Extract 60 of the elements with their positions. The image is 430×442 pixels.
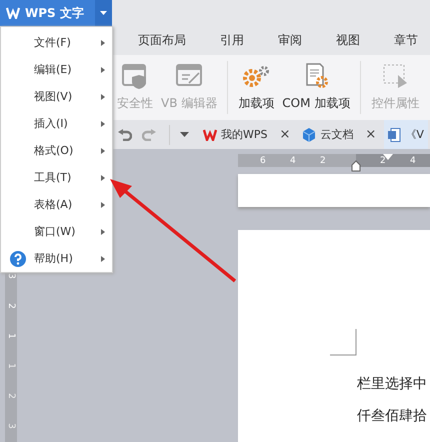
ribbon-tab[interactable]: 视图 xyxy=(336,32,360,49)
ribbon-tab[interactable]: 引用 xyxy=(220,32,244,49)
margin-corner-mark xyxy=(330,329,357,356)
indent-marker-icon[interactable] xyxy=(351,158,361,172)
menu-item[interactable]: 编辑(E) xyxy=(1,56,112,83)
menu-item[interactable]: 工具(T) xyxy=(1,164,112,191)
submenu-arrow-icon xyxy=(101,256,105,262)
help-icon xyxy=(10,250,26,266)
submenu-arrow-icon xyxy=(101,202,105,208)
cube-icon xyxy=(302,128,316,142)
menu-item[interactable]: 表格(A) xyxy=(1,191,112,218)
ruler-number: 2 xyxy=(6,303,16,309)
caret-icon xyxy=(100,11,107,15)
submenu-arrow-icon xyxy=(101,174,105,180)
ribbon-tab[interactable]: 章节 xyxy=(394,32,418,49)
menu-item[interactable]: 视图(V) xyxy=(1,83,112,110)
document-tab[interactable]: 我的WPS × xyxy=(199,120,294,149)
menu-item[interactable]: 格式(O) xyxy=(1,137,112,164)
menu-item[interactable]: 帮助(H) xyxy=(1,245,112,272)
document-text: 栏里选择中 xyxy=(357,375,428,393)
ruler-number: 1 xyxy=(6,363,16,369)
ruler-number: 2 xyxy=(380,156,386,166)
app-menu-button[interactable]: WPS 文字 xyxy=(0,0,95,26)
w-logo-icon xyxy=(203,128,217,140)
document-tab[interactable]: 云文档 × xyxy=(298,120,380,149)
close-icon[interactable]: × xyxy=(280,127,290,142)
ribbon-button[interactable]: 加载项 xyxy=(234,55,278,120)
ruler-number: 2 xyxy=(6,393,16,399)
menu-item[interactable]: 插入(I) xyxy=(1,110,112,137)
submenu-arrow-icon xyxy=(101,40,105,46)
close-icon[interactable]: × xyxy=(365,127,376,142)
menu-item[interactable]: 窗口(W) xyxy=(1,218,112,245)
dropdown-button[interactable] xyxy=(95,0,112,26)
document-icon xyxy=(388,128,402,142)
ruler-number: 3 xyxy=(6,423,16,429)
ruler-number: 3 xyxy=(6,273,16,279)
ruler-number: 1 xyxy=(6,333,16,339)
menu-item[interactable]: 文件(F) xyxy=(1,29,112,56)
submenu-arrow-icon xyxy=(101,228,105,234)
ribbon-button[interactable]: COM 加载项 xyxy=(278,55,354,120)
submenu-arrow-icon xyxy=(101,94,105,100)
shield-window-icon xyxy=(121,63,149,89)
ribbon-tab[interactable]: 页面布局 xyxy=(138,32,186,49)
document-tab[interactable]: 《V xyxy=(384,120,428,149)
submenu-arrow-icon xyxy=(101,66,105,72)
ruler-number: 4 xyxy=(290,156,296,166)
submenu-arrow-icon xyxy=(101,120,105,126)
gears-icon xyxy=(242,63,270,89)
undo-icon[interactable] xyxy=(118,128,132,140)
dropdown-icon[interactable] xyxy=(180,132,189,137)
ruler-number: 6 xyxy=(260,156,266,166)
ruler-number: 2 xyxy=(320,156,326,166)
ruler-number: 4 xyxy=(410,156,416,166)
submenu-arrow-icon xyxy=(101,148,105,154)
w-logo-icon xyxy=(6,7,20,19)
control-select-icon xyxy=(381,63,410,89)
document-text: 仟叁佰肆拾 xyxy=(357,407,428,425)
edit-window-icon xyxy=(175,63,204,89)
indent-marker-icon[interactable] xyxy=(383,154,393,160)
ribbon-tab[interactable]: 审阅 xyxy=(278,32,302,49)
